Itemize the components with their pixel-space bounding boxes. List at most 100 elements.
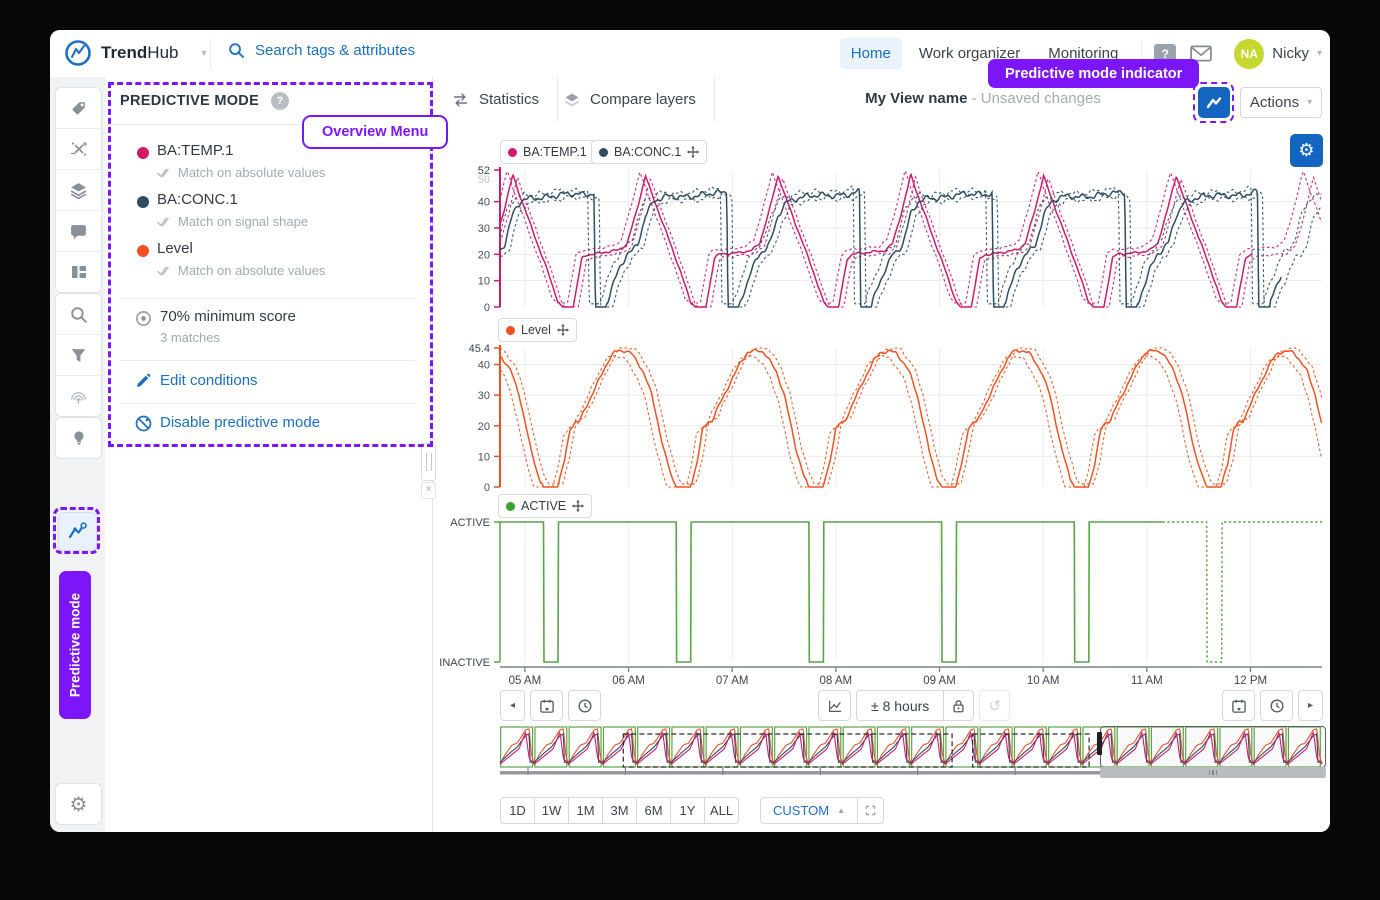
brand-name: TrendHub [101,43,178,63]
panel-title: PREDICTIVE MODE [120,93,259,109]
sidebar-item-tags[interactable] [56,88,101,129]
mini-trend-icon [827,698,843,714]
svg-text:20: 20 [478,249,490,261]
zoom-custom-group: CUSTOM ▲ [760,797,884,824]
tab-label: Statistics [479,91,539,108]
minimap-viewport-grab[interactable] [1097,732,1102,755]
pan-right-button[interactable]: ▸ [1298,690,1323,721]
zoom-all[interactable]: ALL [704,797,739,824]
user-menu[interactable]: NA Nicky ▾ [1234,39,1322,69]
swap-arrows-icon [451,91,470,109]
trend-charts: 010203040525001020304045.4ACTIVEINACTIVE… [433,122,1330,690]
signal-name: Level [157,240,193,257]
svg-text:07 AM: 07 AM [716,675,749,687]
minimap-viewport[interactable] [1100,726,1326,768]
svg-text:45.4: 45.4 [469,343,490,355]
sidebar-item-formulas[interactable] [56,129,101,170]
zoom-1d[interactable]: 1D [500,797,535,824]
disable-predictive-icon [134,414,153,433]
fullscreen-button[interactable] [857,797,884,824]
legend-chip-level[interactable]: Level [498,318,577,342]
signal-name: BA:TEMP.1 [157,142,233,159]
overview-menu-callout: Overview Menu [302,115,448,149]
start-time-button[interactable] [568,690,601,721]
disable-predictive-link[interactable]: Disable predictive mode [160,414,320,431]
svg-text:10: 10 [478,276,490,288]
sidebar-item-comments[interactable] [56,211,101,252]
double-check-icon [157,216,172,228]
predictive-mode-tab[interactable]: Predictive mode [59,571,91,719]
dashboard-icon [70,263,88,281]
lock-range-button[interactable] [943,690,974,721]
svg-text:0: 0 [484,302,490,314]
sidebar-item-settings[interactable]: ⚙ [55,783,102,825]
reset-time-button[interactable]: ↺ [979,690,1010,721]
panel-help-icon[interactable]: ? [271,92,289,110]
bullseye-icon [134,309,153,328]
sidebar-item-search[interactable] [56,294,101,335]
matches-count: 3 matches [160,330,220,345]
svg-text:10 AM: 10 AM [1027,675,1060,687]
sidebar-item-fingerprint[interactable] [56,376,101,416]
panel-resize-handle[interactable] [421,443,436,481]
sidebar-item-layers[interactable] [56,170,101,211]
caret-up-icon: ▲ [837,806,845,815]
sidebar-item-dashboards[interactable] [56,252,101,292]
edit-conditions-link[interactable]: Edit conditions [160,372,258,389]
svg-text:30: 30 [478,223,490,235]
zoom-3m[interactable]: 3M [602,797,637,824]
svg-text:ACTIVE: ACTIVE [450,517,490,529]
search-bar[interactable]: Search tags & attributes [228,42,415,59]
signal-condition: Match on absolute values [157,263,325,278]
lightbulb-icon [70,429,88,447]
panel-separator [120,360,415,361]
chip-label: BA:TEMP.1 [523,145,587,159]
zoom-1w[interactable]: 1W [534,797,569,824]
timebar-left-group: ◂ [500,690,601,721]
svg-text:50: 50 [478,174,490,186]
time-range-button[interactable]: ± 8 hours [856,690,944,721]
brand-caret-icon[interactable]: ▾ [201,48,206,59]
history-icon: ↺ [988,697,1001,715]
end-date-button[interactable] [1222,690,1255,721]
zoom-1m[interactable]: 1M [568,797,603,824]
panel-close-button[interactable]: × [421,482,436,499]
sidebar-item-filter[interactable] [56,335,101,376]
double-check-icon [157,265,172,277]
tab-label: Compare layers [590,91,696,108]
start-date-button[interactable] [530,690,563,721]
clock-icon [1269,698,1285,714]
indicator-highlight [1193,82,1234,123]
zoom-6m[interactable]: 6M [636,797,671,824]
minimap-viewport-handle[interactable] [1100,767,1326,778]
chart-type-button[interactable] [818,690,851,721]
sidebar-item-predictive-mode[interactable] [58,512,97,551]
signal-row-level[interactable]: Level Match on absolute values [105,240,432,286]
svg-text:20: 20 [478,421,490,433]
zoom-1y[interactable]: 1Y [670,797,705,824]
sidebar-item-recommendations[interactable] [55,417,102,459]
svg-text:40: 40 [478,360,490,372]
svg-text:08 AM: 08 AM [820,675,853,687]
avatar: NA [1234,39,1264,69]
app-logo[interactable]: TrendHub ▾ [64,39,207,67]
screen-frame: TrendHub ▾ Search tags & attributes Home… [0,0,1380,900]
predictive-mode-icon [67,522,88,541]
sidebar-rail: Predictive mode ⚙ [50,77,106,832]
layers-icon [69,181,88,200]
overview-menu-callout-label: Overview Menu [322,124,428,140]
svg-text:11 AM: 11 AM [1131,675,1163,687]
expand-icon [864,804,877,817]
end-time-button[interactable] [1260,690,1293,721]
signal-row-ba-conc[interactable]: BA:CONC.1 Match on signal shape [105,191,432,237]
zoom-custom-button[interactable]: CUSTOM ▲ [760,797,858,824]
svg-text:10: 10 [478,451,490,463]
view-status: - Unsaved changes [972,90,1101,107]
nav-home[interactable]: Home [840,38,902,69]
pan-left-button[interactable]: ◂ [500,690,525,721]
legend-chip-active[interactable]: ACTIVE [498,494,592,518]
tab-compare-layers[interactable]: Compare layers [545,77,715,122]
tab-statistics[interactable]: Statistics [433,77,558,122]
actions-button[interactable]: Actions ▾ [1240,87,1322,118]
legend-chip-ba-conc[interactable]: BA:CONC.1 [591,140,707,164]
